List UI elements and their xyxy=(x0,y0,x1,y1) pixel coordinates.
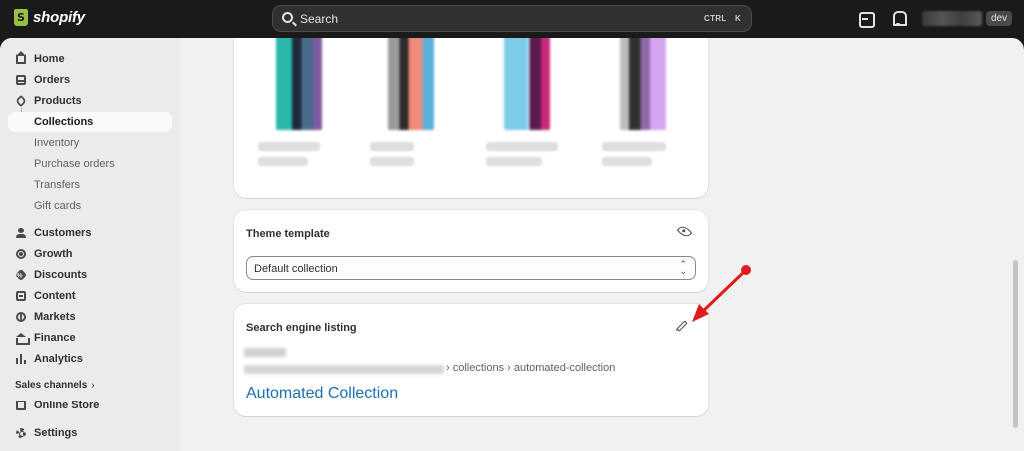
product-price-blurred xyxy=(486,157,542,166)
product-tile[interactable] xyxy=(242,38,350,176)
product-name-blurred xyxy=(370,142,414,151)
product-name-blurred xyxy=(486,142,558,151)
seo-url-path: › collections › automated-collection xyxy=(446,362,616,374)
sidebar-item-label: Collections xyxy=(34,116,94,128)
sidebar-item-products[interactable]: Products xyxy=(8,91,172,111)
product-tile[interactable] xyxy=(354,38,462,176)
sidebar-item-transfers[interactable]: Transfers xyxy=(8,175,172,195)
arrow-shaft xyxy=(698,268,748,316)
admin-frame: Home Orders Products Collections Invento… xyxy=(0,38,1024,451)
product-price-blurred xyxy=(602,157,652,166)
sales-channels-heading[interactable]: Sales channels › xyxy=(15,380,95,391)
sidebar-item-purchase-orders[interactable]: Purchase orders xyxy=(8,154,172,174)
home-icon xyxy=(16,51,26,64)
shortcut-ctrl: CTRL xyxy=(704,14,727,23)
sidebar-item-analytics[interactable]: Analytics xyxy=(8,349,172,369)
inbox-icon[interactable] xyxy=(857,10,875,28)
shopify-bag-icon xyxy=(14,9,28,26)
sales-channels-label: Sales channels xyxy=(15,380,88,391)
sidebar-item-content[interactable]: Content xyxy=(8,286,172,306)
sidebar-item-label: Analytics xyxy=(34,353,83,365)
select-value: Default collection xyxy=(254,263,338,275)
sidebar-item-markets[interactable]: Markets xyxy=(8,307,172,327)
theme-template-select[interactable]: Default collection ⌃ ⌄ xyxy=(246,256,696,280)
person-icon xyxy=(16,228,26,238)
sidebar-item-label: Transfers xyxy=(34,179,81,191)
sidebar-item-discounts[interactable]: Discounts xyxy=(8,265,172,285)
product-name-blurred xyxy=(258,142,320,151)
sidebar-item-gift-cards[interactable]: Gift cards xyxy=(8,196,172,216)
card-title: Search engine listing xyxy=(246,322,357,334)
sidebar-item-label: Orders xyxy=(34,74,71,86)
sidebar-item-label: Inventory xyxy=(34,137,80,149)
product-tile[interactable] xyxy=(586,38,694,176)
sidebar-item-collections[interactable]: Collections xyxy=(8,112,172,132)
globe-icon xyxy=(16,312,26,322)
sidebar-item-label: Markets xyxy=(34,311,76,323)
account-name-blurred[interactable] xyxy=(922,11,982,26)
sidebar-item-label: Home xyxy=(34,53,65,65)
shortcut-k: K xyxy=(735,14,742,23)
store-url-blurred xyxy=(244,365,444,374)
top-bar: shopify Search CTRL K dev xyxy=(0,0,1024,38)
product-thumbnail xyxy=(504,38,550,130)
orders-icon xyxy=(16,75,26,85)
product-thumbnail xyxy=(388,38,434,130)
sidebar-item-label: Purchase orders xyxy=(34,158,115,170)
gear-icon xyxy=(16,428,26,438)
search-engine-listing-card: Search engine listing › collections › au… xyxy=(234,304,708,416)
scrollbar-thumb[interactable] xyxy=(1013,260,1018,428)
product-thumbnail xyxy=(620,38,666,130)
product-tile[interactable] xyxy=(470,38,578,176)
product-thumbnail xyxy=(276,38,322,130)
sidebar-item-label: Settings xyxy=(34,427,78,439)
seo-page-title: Automated Collection xyxy=(246,385,399,402)
content-icon xyxy=(16,291,26,301)
sidebar-item-customers[interactable]: Customers xyxy=(8,223,172,243)
sidebar-item-finance[interactable]: Finance xyxy=(8,328,172,348)
sidebar-item-label: Growth xyxy=(34,248,73,260)
sidebar-item-label: Finance xyxy=(34,332,76,344)
sidebar-item-home[interactable]: Home xyxy=(8,49,172,69)
sidebar-item-settings[interactable]: Settings xyxy=(8,423,172,443)
collection-products-card xyxy=(234,38,708,198)
search-placeholder: Search xyxy=(300,12,339,26)
bank-icon xyxy=(16,333,30,345)
tag-icon xyxy=(14,94,28,108)
store-badge[interactable]: dev xyxy=(986,11,1013,26)
chevron-right-icon: › xyxy=(91,380,95,391)
sidebar-item-label: Products xyxy=(34,95,82,107)
sidebar-item-label: Discounts xyxy=(34,269,88,281)
shopify-logo[interactable]: shopify xyxy=(14,9,85,26)
annotation-arrow xyxy=(692,265,751,322)
card-title: Theme template xyxy=(246,228,330,240)
bell-icon[interactable] xyxy=(890,10,907,26)
product-name-blurred xyxy=(602,142,666,151)
sidebar-item-label: Customers xyxy=(34,227,92,239)
sidebar-item-orders[interactable]: Orders xyxy=(8,70,172,90)
sidebar-item-label: Online Store xyxy=(34,401,100,411)
bar-chart-icon xyxy=(16,354,26,364)
sidebar-item-label: Content xyxy=(34,290,76,302)
store-icon xyxy=(16,401,26,410)
discount-icon xyxy=(14,268,28,282)
search-icon xyxy=(282,12,293,23)
logo-text: shopify xyxy=(33,9,85,26)
sidebar-item-label: Gift cards xyxy=(34,200,82,212)
sidebar-item-growth[interactable]: Growth xyxy=(8,244,172,264)
growth-icon xyxy=(16,249,26,259)
product-price-blurred xyxy=(370,157,414,166)
sidebar: Home Orders Products Collections Invento… xyxy=(0,38,180,451)
search-input[interactable]: Search CTRL K xyxy=(272,5,752,32)
theme-template-card: Theme template Default collection ⌃ ⌄ xyxy=(234,210,708,292)
sidebar-item-online-store[interactable]: Online Store xyxy=(8,401,172,411)
product-price-blurred xyxy=(258,157,308,166)
store-name-blurred xyxy=(244,348,286,357)
sidebar-item-inventory[interactable]: Inventory xyxy=(8,133,172,153)
